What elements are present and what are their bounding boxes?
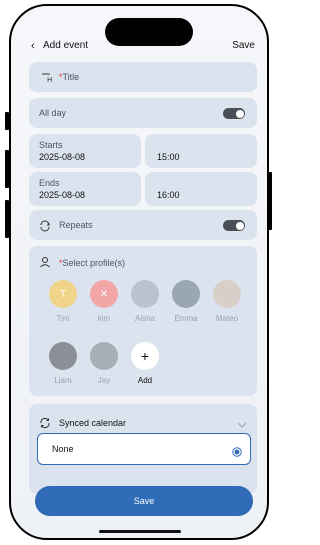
- profile-name: Emma: [174, 314, 198, 323]
- header-save-button[interactable]: Save: [232, 40, 255, 51]
- avatar: [131, 280, 159, 308]
- profile-name: Mateo: [215, 314, 239, 323]
- repeats-toggle[interactable]: [223, 220, 245, 231]
- user-icon: [39, 255, 51, 273]
- plus-icon: +: [131, 342, 159, 370]
- profile-liam[interactable]: Liam: [45, 342, 81, 385]
- page-title: Add event: [43, 40, 89, 51]
- profile-name: Aisha: [134, 314, 155, 323]
- home-indicator: [99, 530, 181, 533]
- starts-time: 15:00: [157, 152, 180, 162]
- chevron-down-icon[interactable]: [237, 416, 247, 434]
- profile-name: kim: [97, 314, 111, 323]
- profile-emma[interactable]: Emma: [168, 280, 204, 323]
- sync-icon: [39, 416, 51, 434]
- profile-name: Liam: [54, 376, 72, 385]
- selected-calendar: None: [52, 444, 74, 454]
- profile-name: Tim: [56, 314, 70, 323]
- svg-text:H: H: [47, 76, 52, 82]
- synced-calendar-label: Synced calendar: [59, 418, 127, 428]
- ends-time: 16:00: [157, 190, 180, 200]
- profile-jay[interactable]: Jay: [86, 342, 122, 385]
- avatar: [213, 280, 241, 308]
- avatar: T: [49, 280, 77, 308]
- chevron-left-icon[interactable]: ‹: [31, 40, 35, 52]
- starts-date: 2025-08-08: [39, 152, 86, 162]
- starts-date-field[interactable]: Starts 2025-08-08: [29, 134, 141, 168]
- profiles-placeholder: *Select profile(s): [59, 258, 126, 268]
- profiles-card: *Select profile(s) T Tim ✕ kim Aisha Emm…: [29, 246, 257, 396]
- ends-date-field[interactable]: Ends 2025-08-08: [29, 172, 141, 206]
- profile-tim[interactable]: T Tim: [45, 280, 81, 323]
- repeats-label: Repeats: [59, 220, 93, 230]
- avatar: ✕: [90, 280, 118, 308]
- add-profile-button[interactable]: + Add: [127, 342, 163, 385]
- save-button[interactable]: Save: [35, 486, 253, 516]
- avatar: [90, 342, 118, 370]
- profile-kim[interactable]: ✕ kim: [86, 280, 122, 323]
- avatar: [49, 342, 77, 370]
- title-placeholder: *Title: [59, 72, 80, 82]
- title-field[interactable]: H *Title: [29, 62, 257, 92]
- ends-date: 2025-08-08: [39, 190, 86, 200]
- repeats-row: Repeats: [29, 210, 257, 240]
- avatar: [172, 280, 200, 308]
- profile-name: Jay: [97, 376, 111, 385]
- text-heading-icon: H: [41, 72, 55, 84]
- ends-label: Ends: [39, 178, 60, 188]
- synced-calendar-option-none[interactable]: None: [37, 433, 251, 465]
- starts-time-field[interactable]: 15:00: [145, 134, 257, 168]
- radio-selected-icon: [232, 444, 242, 462]
- dynamic-island: [105, 18, 193, 46]
- phone-frame: ‹ Add event Save H *Title All day Starts…: [9, 4, 269, 540]
- profile-aisha[interactable]: Aisha: [127, 280, 163, 323]
- all-day-row: All day: [29, 98, 257, 128]
- repeat-icon: [39, 219, 51, 237]
- add-profile-label: Add: [137, 376, 153, 385]
- profile-mateo[interactable]: Mateo: [209, 280, 245, 323]
- all-day-label: All day: [39, 108, 67, 118]
- ends-time-field[interactable]: 16:00: [145, 172, 257, 206]
- all-day-toggle[interactable]: [223, 108, 245, 119]
- starts-label: Starts: [39, 140, 63, 150]
